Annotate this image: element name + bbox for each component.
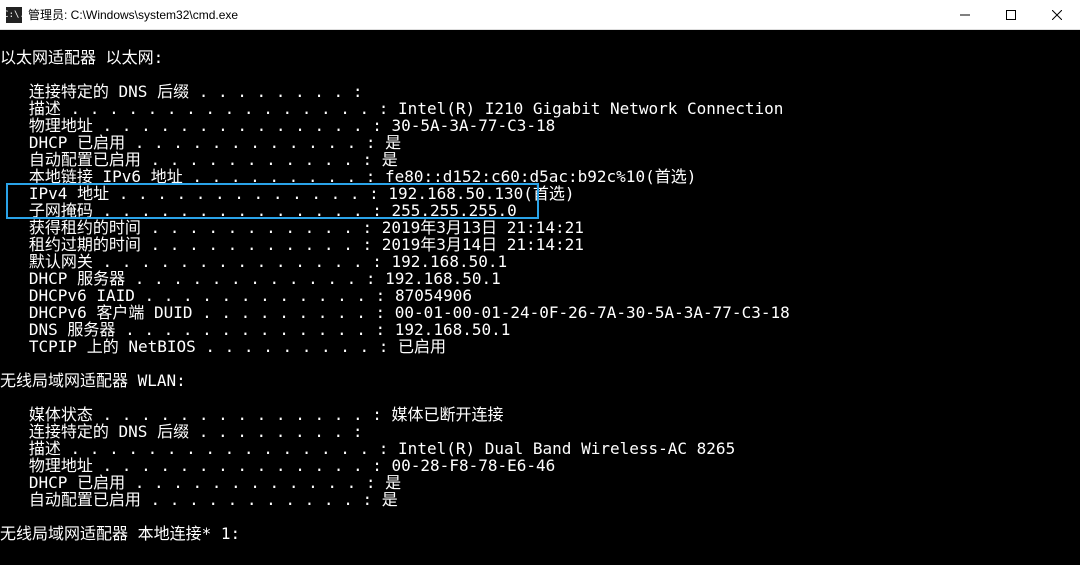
terminal-line: 媒体状态 . . . . . . . . . . . . . . : 媒体已断开… [0,406,1080,423]
terminal-line: DHCP 服务器 . . . . . . . . . . . . : 192.1… [0,270,1080,287]
window-title: 管理员: C:\Windows\system32\cmd.exe [28,6,942,23]
terminal-line: 租约过期的时间 . . . . . . . . . . . : 2019年3月1… [0,236,1080,253]
terminal-line: DNS 服务器 . . . . . . . . . . . . . : 192.… [0,321,1080,338]
terminal-line: 本地链接 IPv6 地址 . . . . . . . . . : fe80::d… [0,168,1080,185]
terminal-line [0,355,1080,372]
terminal-output: 以太网适配器 以太网: 连接特定的 DNS 后缀 . . . . . . . .… [0,30,1080,565]
minimize-icon [960,10,970,20]
terminal-line [0,32,1080,49]
terminal-line: 连接特定的 DNS 后缀 . . . . . . . . : [0,83,1080,100]
cmd-window: C:\. 管理员: C:\Windows\system32\cmd.exe 以太… [0,0,1080,565]
terminal-line: 自动配置已启用 . . . . . . . . . . . : 是 [0,491,1080,508]
terminal-line: 连接特定的 DNS 后缀 . . . . . . . . : [0,423,1080,440]
terminal-line: TCPIP 上的 NetBIOS . . . . . . . . . : 已启用 [0,338,1080,355]
titlebar[interactable]: C:\. 管理员: C:\Windows\system32\cmd.exe [0,0,1080,30]
terminal-line: DHCP 已启用 . . . . . . . . . . . . : 是 [0,474,1080,491]
terminal-line: 无线局域网适配器 WLAN: [0,372,1080,389]
terminal-line: 以太网适配器 以太网: [0,49,1080,66]
maximize-button[interactable] [988,0,1034,30]
terminal-client-area[interactable]: 以太网适配器 以太网: 连接特定的 DNS 后缀 . . . . . . . .… [0,30,1080,565]
close-icon [1052,10,1062,20]
terminal-line: 物理地址 . . . . . . . . . . . . . . : 00-28… [0,457,1080,474]
terminal-line [0,66,1080,83]
terminal-line [0,508,1080,525]
terminal-line: DHCPv6 IAID . . . . . . . . . . . . : 87… [0,287,1080,304]
minimize-button[interactable] [942,0,988,30]
terminal-line [0,389,1080,406]
terminal-line: 获得租约的时间 . . . . . . . . . . . : 2019年3月1… [0,219,1080,236]
cmd-icon: C:\. [6,7,22,23]
terminal-line: 子网掩码 . . . . . . . . . . . . . . : 255.2… [0,202,1080,219]
terminal-line: 默认网关 . . . . . . . . . . . . . . : 192.1… [0,253,1080,270]
terminal-line: DHCP 已启用 . . . . . . . . . . . . : 是 [0,134,1080,151]
terminal-line: 物理地址 . . . . . . . . . . . . . . : 30-5A… [0,117,1080,134]
maximize-icon [1006,10,1016,20]
terminal-line: 描述 . . . . . . . . . . . . . . . . : Int… [0,440,1080,457]
close-button[interactable] [1034,0,1080,30]
terminal-line: IPv4 地址 . . . . . . . . . . . . . : 192.… [0,185,1080,202]
terminal-line: DHCPv6 客户端 DUID . . . . . . . . . : 00-0… [0,304,1080,321]
terminal-line: 无线局域网适配器 本地连接* 1: [0,525,1080,542]
terminal-line: 自动配置已启用 . . . . . . . . . . . : 是 [0,151,1080,168]
terminal-line: 描述 . . . . . . . . . . . . . . . . : Int… [0,100,1080,117]
